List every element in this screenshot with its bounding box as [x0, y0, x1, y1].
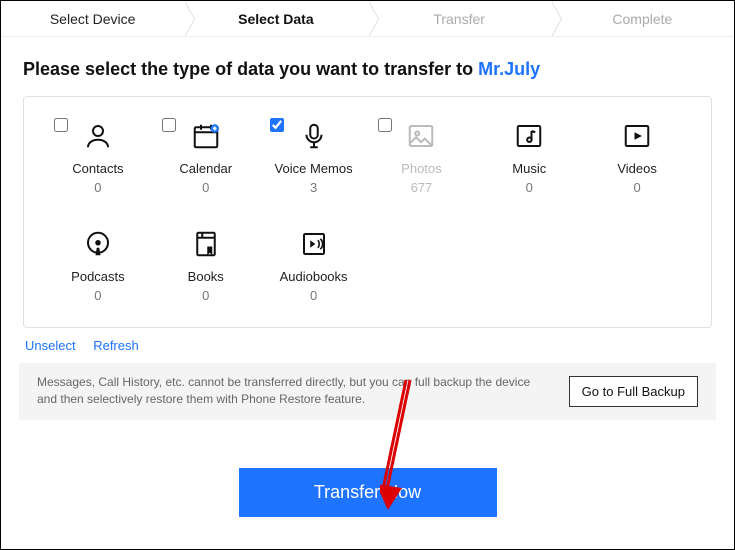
tile-books[interactable]: Books 0 [152, 227, 260, 303]
tile-count: 3 [310, 180, 317, 195]
music-icon [512, 119, 546, 153]
target-device-name: Mr.July [478, 59, 540, 79]
step-select-data: Select Data [184, 1, 367, 36]
tile-label: Contacts [72, 161, 123, 176]
tile-label: Voice Memos [275, 161, 353, 176]
tile-count: 0 [310, 288, 317, 303]
tile-music[interactable]: Music 0 [475, 119, 583, 195]
tile-label: Photos [401, 161, 441, 176]
checkbox-photos[interactable] [378, 118, 392, 132]
tile-label: Calendar [179, 161, 232, 176]
book-icon [189, 227, 223, 261]
tile-count: 0 [633, 180, 640, 195]
tile-count: 0 [94, 288, 101, 303]
tile-contacts[interactable]: Contacts 0 [44, 119, 152, 195]
tile-label: Books [188, 269, 224, 284]
tile-count: 0 [526, 180, 533, 195]
step-complete: Complete [551, 1, 734, 36]
tile-videos[interactable]: Videos 0 [583, 119, 691, 195]
go-to-full-backup-button[interactable]: Go to Full Backup [569, 376, 698, 407]
step-bar: Select Device Select Data Transfer Compl… [1, 1, 734, 37]
photo-icon [404, 119, 438, 153]
unselect-link[interactable]: Unselect [25, 338, 76, 353]
transfer-now-button[interactable]: Transfer Now [239, 468, 497, 517]
checkbox-voice-memos[interactable] [270, 118, 284, 132]
checkbox-contacts[interactable] [54, 118, 68, 132]
tile-count: 0 [202, 288, 209, 303]
tile-label: Audiobooks [280, 269, 348, 284]
tile-calendar[interactable]: Calendar 0 [152, 119, 260, 195]
step-select-device: Select Device [1, 1, 184, 36]
tile-voice-memos[interactable]: Voice Memos 3 [260, 119, 368, 195]
tile-label: Videos [617, 161, 657, 176]
audiobook-icon [297, 227, 331, 261]
page-title: Please select the type of data you want … [23, 59, 712, 80]
selection-actions: Unselect Refresh [1, 328, 734, 357]
contacts-icon [81, 119, 115, 153]
checkbox-calendar[interactable] [162, 118, 176, 132]
step-transfer: Transfer [368, 1, 551, 36]
calendar-icon [189, 119, 223, 153]
note-text: Messages, Call History, etc. cannot be t… [37, 374, 551, 409]
prompt-prefix: Please select the type of data you want … [23, 59, 478, 79]
tile-label: Podcasts [71, 269, 124, 284]
video-icon [620, 119, 654, 153]
data-type-card: Contacts 0 Calendar 0 Voice Memos 3 [23, 96, 712, 328]
tile-label: Music [512, 161, 546, 176]
tile-count: 0 [202, 180, 209, 195]
tile-count: 0 [94, 180, 101, 195]
refresh-link[interactable]: Refresh [93, 338, 139, 353]
tile-audiobooks[interactable]: Audiobooks 0 [260, 227, 368, 303]
tile-photos[interactable]: Photos 677 [368, 119, 476, 195]
tile-podcasts[interactable]: Podcasts 0 [44, 227, 152, 303]
podcast-icon [81, 227, 115, 261]
microphone-icon [297, 119, 331, 153]
info-note: Messages, Call History, etc. cannot be t… [19, 363, 716, 420]
tile-count: 677 [411, 180, 433, 195]
